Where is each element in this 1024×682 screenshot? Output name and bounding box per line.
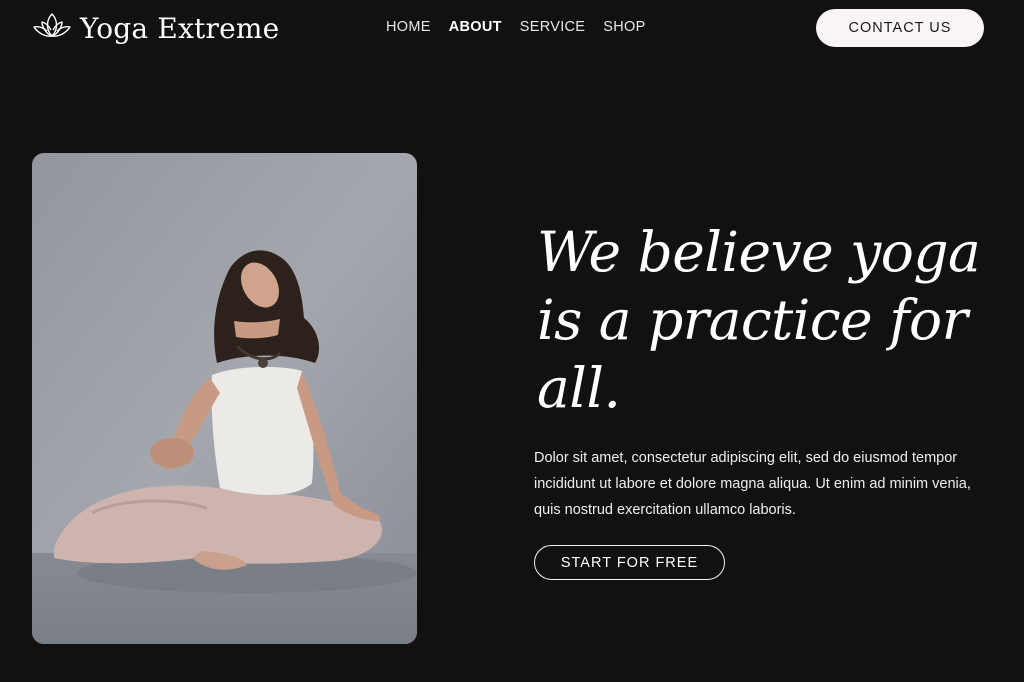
brand-name: Yoga Extreme (80, 12, 280, 45)
nav-item-service[interactable]: SERVICE (520, 19, 586, 35)
headline-line: all. (537, 356, 621, 420)
nav-item-shop[interactable]: SHOP (603, 19, 645, 35)
logo[interactable]: Yoga Extreme (32, 10, 279, 47)
hero-headline: We believe yoga is a practice for all. (537, 218, 1007, 422)
site-header: Yoga Extreme HOME ABOUT SERVICE SHOP CON… (0, 0, 1024, 56)
headline-line: is a practice for (537, 288, 968, 352)
hero-description: Dolor sit amet, consectetur adipiscing e… (534, 445, 994, 523)
description-line: incididunt ut labore et dolore magna ali… (534, 476, 971, 492)
description-line: quis nostrud exercitation ullamco labori… (534, 502, 796, 518)
start-for-free-button[interactable]: START FOR FREE (534, 545, 725, 580)
hero-photo (32, 153, 417, 644)
nav-item-about[interactable]: ABOUT (449, 19, 502, 35)
description-line: Dolor sit amet, consectetur adipiscing e… (534, 450, 958, 466)
headline-line: We believe yoga (537, 220, 981, 284)
lotus-icon (32, 10, 72, 47)
main-nav: HOME ABOUT SERVICE SHOP (386, 19, 646, 35)
contact-us-button[interactable]: CONTACT US (816, 9, 984, 47)
nav-item-home[interactable]: HOME (386, 19, 431, 35)
